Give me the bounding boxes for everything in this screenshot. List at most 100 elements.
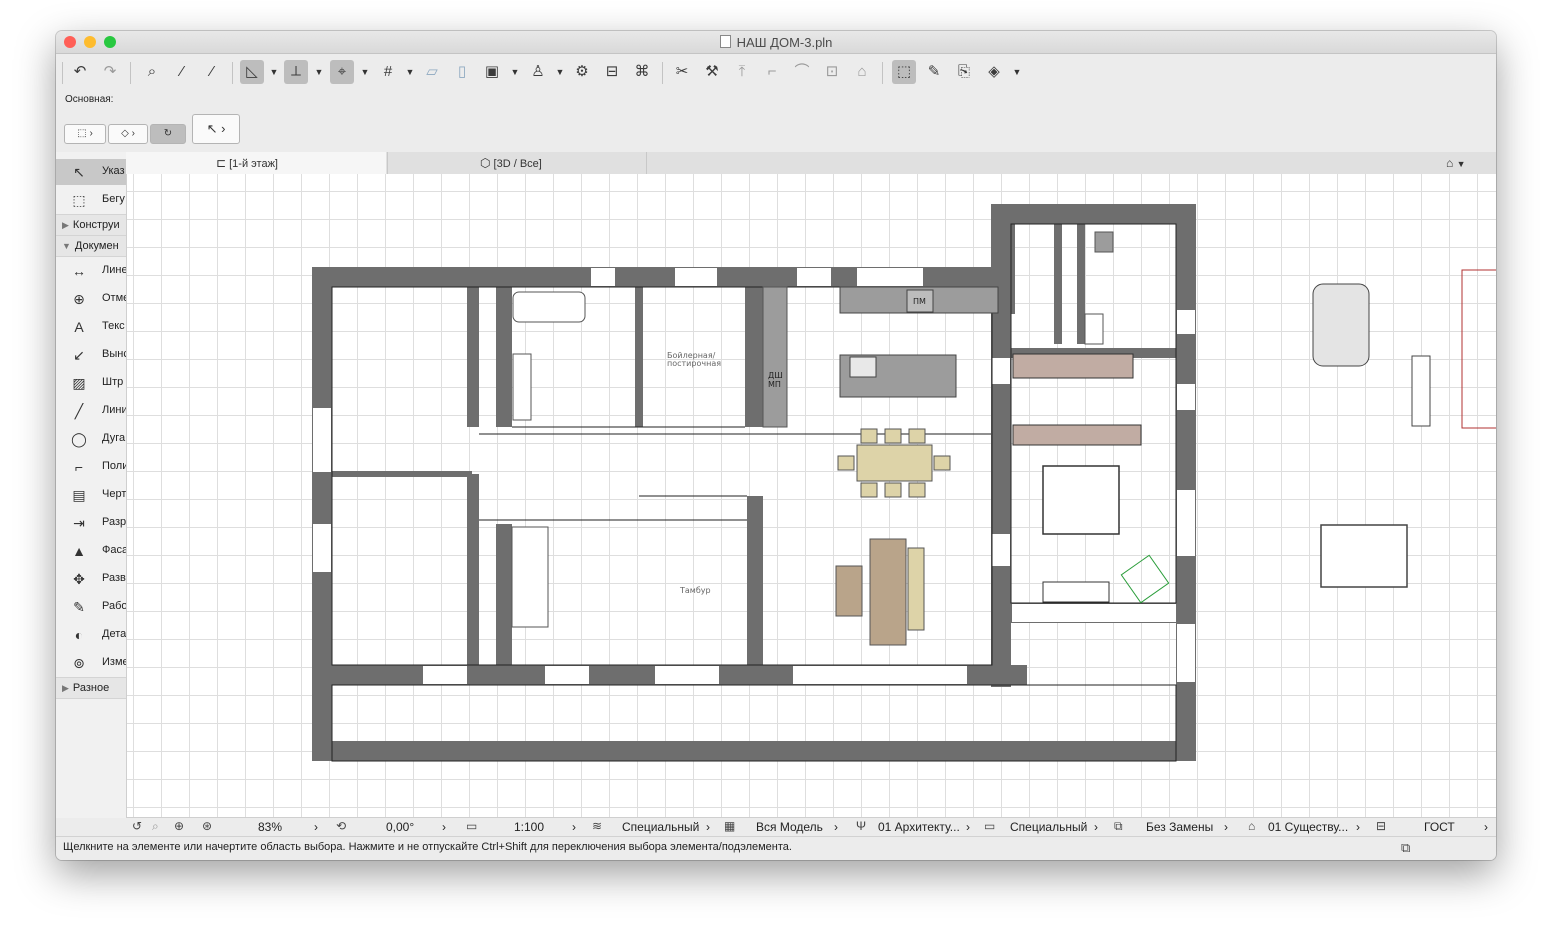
selection-method-button[interactable]: ⬚ ›: [64, 124, 106, 144]
toolbox-marquee-tool[interactable]: ⬚ Бегу: [56, 187, 126, 213]
layer-combination[interactable]: Специальный: [622, 820, 699, 834]
renovation-filter[interactable]: 01 Существу...: [1268, 820, 1348, 834]
chevron-right-icon[interactable]: ›: [572, 820, 576, 834]
toolbox-section-more[interactable]: ▶ Разное: [56, 677, 126, 699]
eyedropper-icon[interactable]: ⁄: [170, 60, 194, 84]
floor-plan-canvas[interactable]: Бойлерная/ постирочная Тамбур ПМ ДШ МП: [127, 174, 1496, 817]
toolbox-document-tool[interactable]: ▲ Фаса: [56, 538, 126, 564]
find-select-icon[interactable]: ⌕: [140, 60, 164, 84]
chevron-right-icon[interactable]: ›: [314, 820, 318, 834]
toolbox-document-tool[interactable]: ▤ Черт: [56, 482, 126, 508]
layers-icon[interactable]: ▣: [480, 60, 504, 84]
layers-icon[interactable]: ≋: [592, 819, 602, 833]
renovation-filter-icon[interactable]: ⚙: [570, 60, 594, 84]
toolbox-document-tool[interactable]: ⇥ Разр: [56, 510, 126, 536]
redo-icon[interactable]: ↷: [98, 60, 122, 84]
model-view-icon[interactable]: ▦: [724, 819, 735, 833]
toolbox-arrow-tool[interactable]: ↖ Указ: [56, 159, 126, 185]
toolbox-document-tool[interactable]: ⊚ Изме: [56, 650, 126, 676]
dimension-standard[interactable]: ГОСТ: [1424, 820, 1455, 834]
renovation-icon[interactable]: ⌂: [1248, 819, 1255, 833]
elevate-icon[interactable]: ⤒: [730, 60, 754, 84]
chevron-right-icon[interactable]: ›: [1484, 820, 1488, 834]
snap-guides-icon[interactable]: ⟂: [284, 60, 308, 84]
grid-snap-icon[interactable]: #: [376, 60, 400, 84]
fit-view-icon[interactable]: ⊛: [202, 819, 212, 833]
app-window: НАШ ДОМ-3.pln ↶ ↷ ⌕ ⁄ ⁄ ◺ ▼ ⟂ ▼ ⌖ ▼ # ▼ …: [56, 31, 1496, 860]
dimension-standard-icon[interactable]: ⊟: [1376, 819, 1386, 833]
syringe-icon[interactable]: ⁄: [200, 60, 224, 84]
chevron-down-icon[interactable]: ▼: [510, 60, 520, 84]
lock-icon[interactable]: ♙: [526, 60, 550, 84]
orientation-icon[interactable]: ⟲: [336, 819, 346, 833]
cursor-plane-icon[interactable]: ▯: [450, 60, 474, 84]
toolbox-document-tool[interactable]: ◐ Дета: [56, 622, 126, 648]
chevron-down-icon[interactable]: ▼: [555, 60, 565, 84]
fillet-icon[interactable]: ⌒: [790, 60, 814, 84]
ruler-icon[interactable]: ▭: [466, 819, 477, 833]
rotation-angle[interactable]: 0,00°: [386, 820, 414, 834]
zoom-in-icon[interactable]: ⊕: [174, 819, 184, 833]
undo-icon[interactable]: ↶: [68, 60, 92, 84]
toolbox-document-tool[interactable]: ↙ Вынс: [56, 342, 126, 368]
tab-floor-plan[interactable]: ⊏ [1-й этаж]: [126, 152, 386, 174]
toolbox-item-label: Текс: [102, 320, 125, 332]
chevron-right-icon[interactable]: ›: [1224, 820, 1228, 834]
split-icon[interactable]: ✂: [670, 60, 694, 84]
rotate-marquee-button[interactable]: ↻: [150, 124, 186, 144]
roof-icon[interactable]: ⌂: [850, 60, 874, 84]
adjust-icon[interactable]: ⚒: [700, 60, 724, 84]
chevron-right-icon[interactable]: ›: [1356, 820, 1360, 834]
layout-icon[interactable]: ⎘: [952, 60, 976, 84]
window-title: НАШ ДОМ-3.pln: [56, 35, 1496, 50]
chevron-down-icon[interactable]: ▼: [405, 60, 415, 84]
plane-icon[interactable]: ▱: [420, 60, 444, 84]
chevron-right-icon[interactable]: ›: [442, 820, 446, 834]
partial-structure-display[interactable]: Специальный: [1010, 820, 1087, 834]
chevron-down-icon[interactable]: ▼: [360, 60, 370, 84]
change-icon: ⊚: [73, 655, 85, 671]
toolbox-document-tool[interactable]: ◯ Дуга: [56, 426, 126, 452]
pencil-icon[interactable]: ✎: [922, 60, 946, 84]
tab-3d-view[interactable]: ⬡ [3D / Все]: [387, 152, 647, 174]
toolbox-section-document[interactable]: ▼ Докумен: [56, 235, 126, 257]
chevron-right-icon[interactable]: ›: [834, 820, 838, 834]
trace-icon[interactable]: ⌘: [630, 60, 654, 84]
chevron-right-icon[interactable]: ›: [706, 820, 710, 834]
marquee-shape-button[interactable]: ◇ ›: [108, 124, 148, 144]
toolbox-document-tool[interactable]: ⊕ Отме: [56, 286, 126, 312]
model-view-options[interactable]: Вся Модель: [756, 820, 823, 834]
override-icon[interactable]: ⧉: [1114, 819, 1123, 834]
toolbox-section-design[interactable]: ▶ Конструи: [56, 214, 126, 236]
chevron-down-icon[interactable]: ▼: [269, 60, 279, 84]
rectangle-select-icon[interactable]: ⬚: [892, 60, 916, 84]
toolbox-document-tool[interactable]: ▨ Штр: [56, 370, 126, 396]
coordinates-icon[interactable]: ⌖: [330, 60, 354, 84]
chevron-down-icon[interactable]: ▼: [314, 60, 324, 84]
zoom-level[interactable]: 83%: [258, 820, 282, 834]
intersect-icon[interactable]: ⌐: [760, 60, 784, 84]
chevron-right-icon[interactable]: ›: [1094, 820, 1098, 834]
toolbox-document-tool[interactable]: A Текс: [56, 314, 126, 340]
graphic-override[interactable]: Без Замены: [1146, 820, 1213, 834]
drawing-scale[interactable]: 1:100: [514, 820, 544, 834]
navigator-button[interactable]: ⌂ ▼: [1446, 152, 1492, 174]
toolbox-document-tool[interactable]: ⌐ Поли: [56, 454, 126, 480]
dimension-snap-icon[interactable]: ⊟: [600, 60, 624, 84]
paint-bucket-icon[interactable]: ◈: [982, 60, 1006, 84]
chevron-down-icon[interactable]: ▼: [1012, 60, 1022, 84]
rotate-view-icon[interactable]: ↺: [132, 819, 142, 833]
pointer-mode-button[interactable]: ↖ ›: [192, 114, 240, 144]
toolbox-document-tool[interactable]: ✥ Разв: [56, 566, 126, 592]
resize-icon[interactable]: ⊡: [820, 60, 844, 84]
display-option-icon[interactable]: ▭: [984, 819, 995, 833]
pen-icon[interactable]: Ψ: [856, 819, 866, 833]
toolbox-document-tool[interactable]: ╱ Лини: [56, 398, 126, 424]
zoom-previous-icon[interactable]: ⌕: [152, 819, 159, 834]
windows-icon[interactable]: ⧉: [1401, 840, 1410, 856]
guide-lines-icon[interactable]: ◺: [240, 60, 264, 84]
pen-set[interactable]: 01 Архитекту...: [878, 820, 960, 834]
toolbox-document-tool[interactable]: ✎ Рабо: [56, 594, 126, 620]
toolbox-document-tool[interactable]: ↔ Лине: [56, 258, 126, 284]
chevron-right-icon[interactable]: ›: [966, 820, 970, 834]
